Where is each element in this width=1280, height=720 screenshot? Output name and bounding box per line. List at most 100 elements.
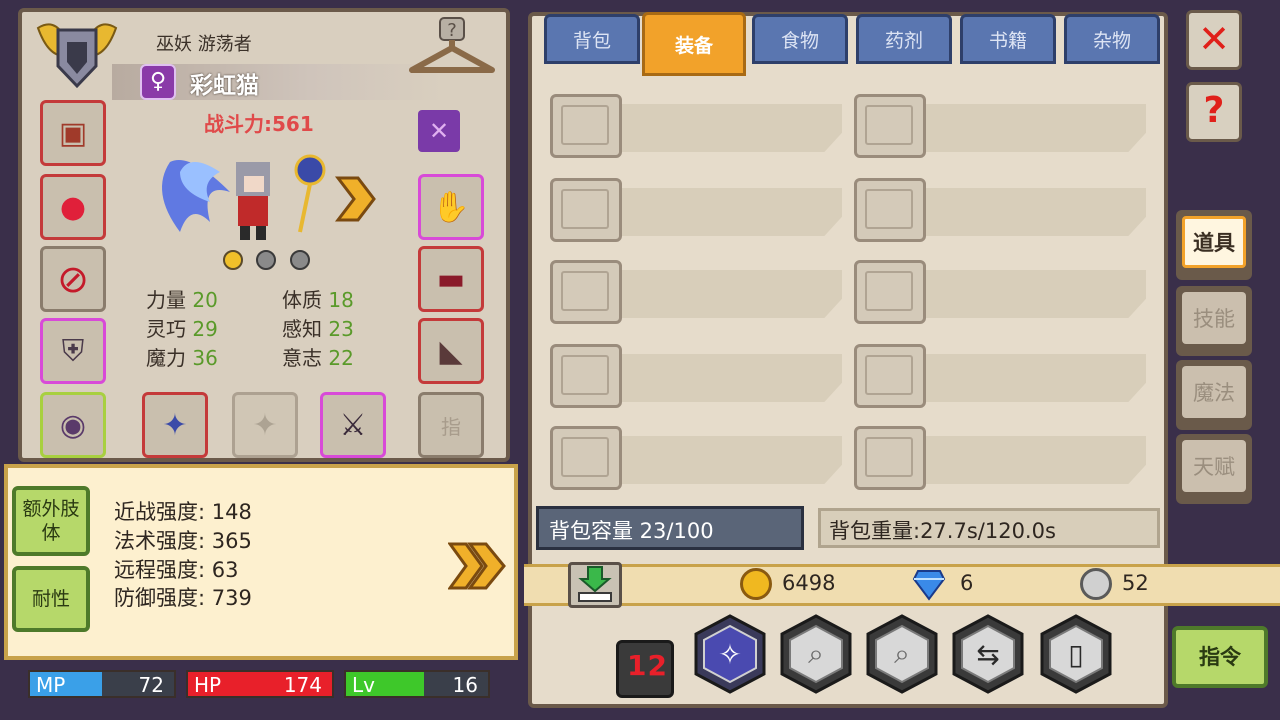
side-tab-skills[interactable]: 技能 bbox=[1176, 286, 1252, 356]
lv-value: 16 bbox=[452, 673, 478, 697]
stat-dexterity: 灵巧 29 bbox=[146, 317, 218, 341]
spell-strength: 法术强度: 365 bbox=[114, 529, 252, 553]
inventory-slot[interactable] bbox=[550, 94, 842, 158]
gender-icon: ♀ bbox=[140, 64, 176, 100]
tab-potions[interactable]: 药剂 bbox=[856, 14, 952, 64]
boots-icon: ◣ bbox=[439, 333, 463, 369]
extra-limbs-button[interactable]: 额外肢体 bbox=[12, 486, 90, 556]
page-switch-button[interactable]: 12 bbox=[616, 640, 674, 698]
inventory-slot[interactable] bbox=[854, 426, 1146, 490]
help-button[interactable]: ? bbox=[1186, 82, 1242, 142]
inventory-slot[interactable] bbox=[550, 178, 842, 242]
equip-slot-finger[interactable]: 指 bbox=[418, 392, 484, 458]
mp-label: MP bbox=[36, 673, 66, 697]
next-arrow-icon[interactable] bbox=[334, 176, 376, 222]
equip-slot-belt[interactable]: ▬ bbox=[418, 246, 484, 312]
equip-slot-ranged[interactable]: ⚔ bbox=[320, 392, 386, 458]
tab-misc[interactable]: 杂物 bbox=[1064, 14, 1160, 64]
side-tab-magic-label: 魔法 bbox=[1182, 366, 1246, 418]
equip-slot-gloves[interactable]: ✋ bbox=[418, 174, 484, 240]
inventory-slot[interactable] bbox=[854, 260, 1146, 324]
side-tab-items-label: 道具 bbox=[1182, 216, 1246, 268]
tab-backpack[interactable]: 背包 bbox=[544, 14, 640, 64]
ranged-strength: 远程强度: 63 bbox=[114, 558, 239, 582]
rune-icon: ✕ bbox=[428, 117, 450, 145]
magnifier-key-icon: ⌕ bbox=[808, 637, 824, 670]
equip-slot-amulet[interactable]: ● bbox=[40, 174, 106, 240]
command-button[interactable]: 指令 bbox=[1172, 626, 1268, 688]
backpack-weight: 背包重量:27.7s/120.0s bbox=[818, 508, 1160, 548]
inventory-slot[interactable] bbox=[854, 344, 1146, 408]
stat-strength: 力量 20 bbox=[146, 288, 218, 312]
codex-button[interactable]: ▯ bbox=[1040, 614, 1112, 694]
side-tab-talents[interactable]: 天赋 bbox=[1176, 434, 1252, 504]
silver-coin-icon bbox=[1080, 568, 1112, 600]
crossbow-icon: ⚔ bbox=[339, 407, 367, 443]
staff-icon: ✦ bbox=[162, 407, 188, 443]
wand-icon: ✧ bbox=[718, 637, 742, 671]
prohibited-icon: ⊘ bbox=[57, 257, 89, 301]
mp-value: 72 bbox=[138, 673, 164, 697]
side-tab-items[interactable]: 道具 bbox=[1176, 210, 1252, 280]
swap-button[interactable]: ⇆ bbox=[952, 614, 1024, 694]
inventory-slot[interactable] bbox=[550, 426, 842, 490]
hp-value: 174 bbox=[283, 673, 322, 697]
tab-food[interactable]: 食物 bbox=[752, 14, 848, 64]
tab-books[interactable]: 书籍 bbox=[960, 14, 1056, 64]
page-dot[interactable] bbox=[290, 250, 310, 270]
equip-slot-ring[interactable]: ◉ bbox=[40, 392, 106, 458]
gold-coin-icon bbox=[740, 568, 772, 600]
deposit-icon[interactable] bbox=[568, 562, 622, 608]
armor-icon: ⛨ bbox=[61, 333, 85, 369]
side-tab-talents-label: 天赋 bbox=[1182, 440, 1246, 492]
equip-slot-offhand[interactable]: ✦ bbox=[232, 392, 298, 458]
silver-amount: 52 bbox=[1122, 571, 1149, 595]
equip-slot-head-rune[interactable]: ✕ bbox=[418, 110, 460, 152]
inspect-button[interactable]: ⌕ bbox=[780, 614, 852, 694]
stat-willpower: 意志 22 bbox=[282, 346, 354, 370]
equip-slot-body-armor[interactable]: ⛨ bbox=[40, 318, 106, 384]
character-sprite bbox=[150, 122, 330, 250]
inventory-slot[interactable] bbox=[550, 344, 842, 408]
magic-sort-button[interactable]: ✧ bbox=[694, 614, 766, 694]
emblem-icon bbox=[34, 16, 120, 90]
tab-equipment[interactable]: 装备 bbox=[642, 12, 746, 76]
melee-strength: 近战强度: 148 bbox=[114, 500, 252, 524]
character-name: 彩虹猫 bbox=[190, 73, 259, 99]
hanger-icon[interactable]: ? bbox=[406, 14, 498, 80]
close-button[interactable]: ✕ bbox=[1186, 10, 1242, 70]
search-icon: ⌕ bbox=[894, 637, 910, 670]
equip-slot-boots[interactable]: ◣ bbox=[418, 318, 484, 384]
mp-bar: MP 72 bbox=[28, 670, 176, 698]
equip-slot-main-weapon[interactable]: ✦ bbox=[142, 392, 208, 458]
treasure-chest-icon: ▣ bbox=[58, 115, 88, 151]
staff-silhouette-icon: ✦ bbox=[252, 407, 278, 443]
lv-label: Lv bbox=[352, 673, 375, 697]
swap-arrows-icon: ⇆ bbox=[976, 637, 1000, 671]
equip-slot-chest-armor[interactable]: ▣ bbox=[40, 100, 106, 166]
finger-slot-label: 指 bbox=[441, 414, 461, 439]
gauntlet-icon: ✋ bbox=[432, 189, 470, 225]
search-button[interactable]: ⌕ bbox=[866, 614, 938, 694]
gem-icon bbox=[912, 567, 946, 601]
gem-amount: 6 bbox=[960, 571, 974, 595]
inventory-slot[interactable] bbox=[854, 178, 1146, 242]
side-tab-magic[interactable]: 魔法 bbox=[1176, 360, 1252, 430]
gold-amount: 6498 bbox=[782, 571, 836, 595]
resistance-button[interactable]: 耐性 bbox=[12, 566, 90, 632]
inventory-slot[interactable] bbox=[854, 94, 1146, 158]
close-icon: ✕ bbox=[1198, 17, 1230, 61]
svg-text:?: ? bbox=[447, 20, 457, 41]
page-dot-active[interactable] bbox=[223, 250, 243, 270]
book-icon: ▯ bbox=[1068, 637, 1084, 671]
inventory-slot[interactable] bbox=[550, 260, 842, 324]
belt-icon: ▬ bbox=[436, 261, 466, 297]
equip-slot-blocked[interactable]: ⊘ bbox=[40, 246, 106, 312]
defense-strength: 防御强度: 739 bbox=[114, 586, 252, 610]
page-dot[interactable] bbox=[256, 250, 276, 270]
ring-icon: ◉ bbox=[59, 407, 87, 443]
side-tab-skills-label: 技能 bbox=[1182, 292, 1246, 344]
expand-chevron-icon[interactable] bbox=[447, 542, 508, 590]
stat-constitution: 体质 18 bbox=[282, 288, 354, 312]
backpack-capacity: 背包容量 23/100 bbox=[536, 506, 804, 550]
